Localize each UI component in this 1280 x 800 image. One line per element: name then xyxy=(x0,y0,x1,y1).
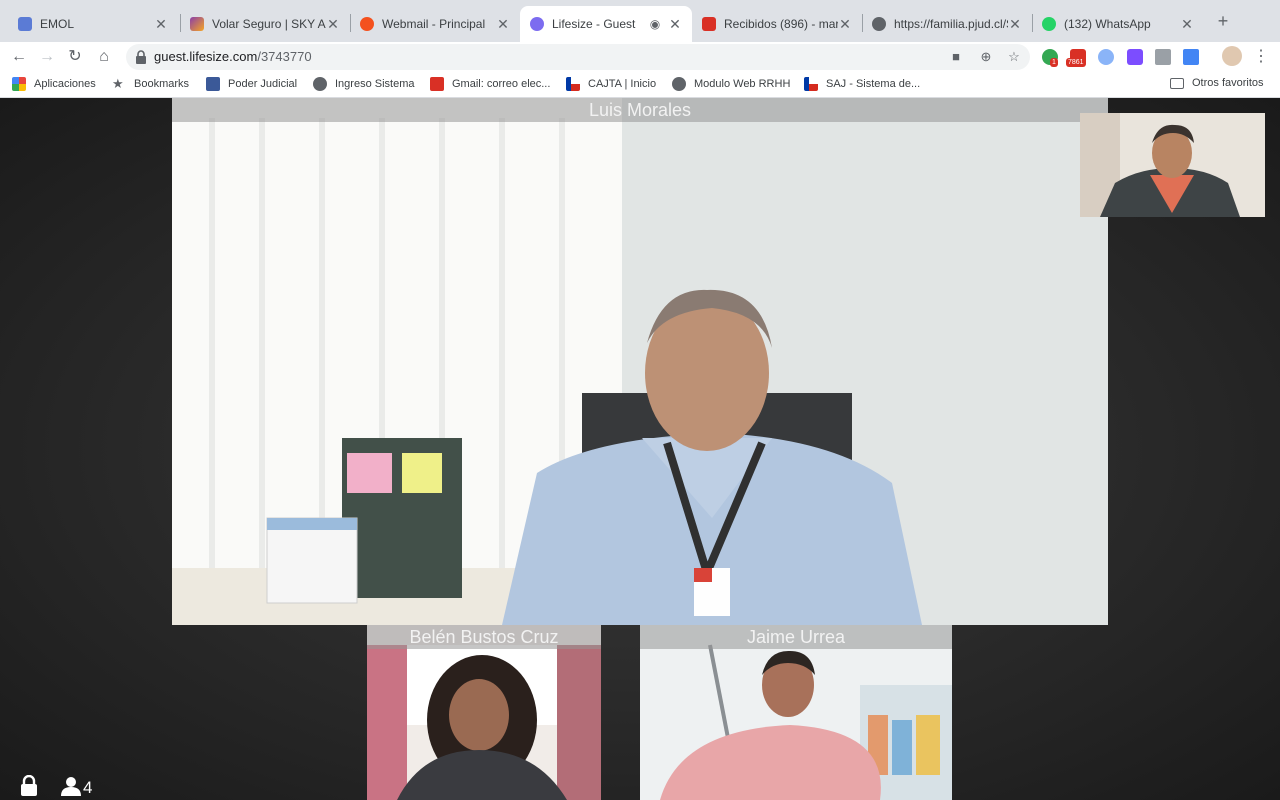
tab-title: Recibidos (896) - marc xyxy=(724,17,838,31)
folder-icon xyxy=(1170,77,1184,89)
bookmark-aplicaciones[interactable]: Aplicaciones xyxy=(12,77,96,91)
bookmark-label: Bookmarks xyxy=(134,78,190,90)
reload-button[interactable]: ↻ xyxy=(64,46,86,68)
tab-title: Webmail - Principal xyxy=(382,17,486,31)
globe-icon xyxy=(872,17,886,31)
gmail-icon xyxy=(702,17,716,31)
bookmark-ingreso-sistema[interactable]: Ingreso Sistema xyxy=(313,77,414,91)
participant-tile-belen[interactable]: Belén Bustos Cruz xyxy=(367,625,601,800)
bookmark-label: CAJTA | Inicio xyxy=(588,78,657,90)
lock-icon xyxy=(136,50,146,64)
close-icon[interactable]: ✕ xyxy=(496,16,510,33)
main-speaker-video xyxy=(172,98,1108,625)
self-view-video xyxy=(1080,113,1265,217)
tab-title: Volar Seguro | SKY Airline xyxy=(212,17,326,31)
dropbox-icon[interactable] xyxy=(1155,49,1171,65)
tab-title: https://familia.pjud.cl/S xyxy=(894,17,1008,31)
participant-count[interactable]: 4 xyxy=(83,778,92,798)
tab-sky[interactable]: Volar Seguro | SKY Airline ✕ xyxy=(180,6,350,42)
close-icon[interactable]: ✕ xyxy=(1008,16,1022,33)
apps-grid-icon xyxy=(12,77,26,91)
extension-badge: 1 xyxy=(1050,58,1058,67)
bookmark-gmail[interactable]: Gmail: correo elec... xyxy=(430,77,550,91)
emol-icon xyxy=(18,17,32,31)
tab-title: Lifesize - Guest xyxy=(552,17,636,31)
profile-avatar[interactable] xyxy=(1222,46,1242,66)
bookmark-label: Modulo Web RRHH xyxy=(694,78,791,90)
star-icon[interactable]: ☆ xyxy=(1006,49,1022,65)
recording-indicator-icon: ◉ xyxy=(649,17,661,31)
tab-webmail[interactable]: Webmail - Principal ✕ xyxy=(350,6,520,42)
tab-title: EMOL xyxy=(40,17,75,31)
lock-icon[interactable] xyxy=(20,775,38,797)
bookmark-poder-judicial[interactable]: Poder Judicial xyxy=(206,77,297,91)
bookmark-label: Ingreso Sistema xyxy=(335,78,415,90)
camera-icon[interactable]: ■ xyxy=(948,49,964,65)
zoom-icon[interactable]: ⊕ xyxy=(978,49,994,65)
participant-name: Luis Morales xyxy=(172,98,1108,122)
participant-tile-jaime[interactable]: Jaime Urrea xyxy=(640,625,952,800)
participant-name: Belén Bustos Cruz xyxy=(367,625,601,649)
new-tab-button[interactable]: + xyxy=(1212,11,1234,32)
bookmark-label: Aplicaciones xyxy=(34,78,96,90)
bookmarks-bar: Aplicaciones ★ Bookmarks Poder Judicial … xyxy=(0,72,1280,98)
forward-button[interactable]: → xyxy=(36,46,58,68)
participant-video xyxy=(367,625,601,800)
bookmark-otros-favoritos[interactable]: Otros favoritos xyxy=(1170,77,1264,89)
menu-icon[interactable]: ⋮ xyxy=(1250,46,1272,68)
flag-icon xyxy=(566,77,580,91)
browser-toolbar: ← → ↻ ⌂ guest.lifesize.com/3743770 ■ ⊕ ☆… xyxy=(0,42,1280,72)
tab-gmail[interactable]: Recibidos (896) - marc ✕ xyxy=(692,6,862,42)
close-icon[interactable]: ✕ xyxy=(1180,16,1194,33)
back-button[interactable]: ← xyxy=(8,46,30,68)
poder-judicial-icon xyxy=(206,77,220,91)
browser-tab-strip: EMOL ✕ Volar Seguro | SKY Airline ✕ Webm… xyxy=(0,0,1280,42)
bookmark-saj[interactable]: SAJ - Sistema de... xyxy=(804,77,920,91)
k-extension-icon[interactable] xyxy=(1127,49,1143,65)
tab-lifesize[interactable]: Lifesize - Guest ◉ ✕ xyxy=(520,6,692,42)
close-icon[interactable]: ✕ xyxy=(668,16,682,33)
participant-video xyxy=(640,625,952,800)
sky-icon xyxy=(190,17,204,31)
tab-whatsapp[interactable]: (132) WhatsApp ✕ xyxy=(1032,6,1204,42)
globe-icon xyxy=(313,77,327,91)
bookmark-label: SAJ - Sistema de... xyxy=(826,78,921,90)
extension-icon[interactable] xyxy=(1098,49,1114,65)
close-icon[interactable]: ✕ xyxy=(326,16,340,33)
bookmark-label: Otros favoritos xyxy=(1192,77,1264,89)
video-call-stage: Luis Morales Belén Bustos Cruz Jaime Urr… xyxy=(0,98,1280,800)
bookmark-label: Poder Judicial xyxy=(228,78,298,90)
participants-icon[interactable] xyxy=(60,776,82,796)
extension-icon[interactable] xyxy=(1183,49,1199,65)
tab-emol[interactable]: EMOL ✕ xyxy=(8,6,178,42)
star-icon: ★ xyxy=(112,76,124,91)
lifesize-icon xyxy=(530,17,544,31)
participant-name: Jaime Urrea xyxy=(640,625,952,649)
home-button[interactable]: ⌂ xyxy=(93,46,115,68)
webmail-icon xyxy=(360,17,374,31)
url-text: guest.lifesize.com/3743770 xyxy=(154,49,312,64)
self-view-tile[interactable] xyxy=(1080,113,1265,217)
bookmark-bookmarks[interactable]: ★ Bookmarks xyxy=(112,77,189,91)
main-video-tile[interactable]: Luis Morales xyxy=(172,98,1108,625)
bookmark-label: Gmail: correo elec... xyxy=(452,78,551,90)
tab-familia-pjud[interactable]: https://familia.pjud.cl/S ✕ xyxy=(862,6,1032,42)
extension-badge: 7861 xyxy=(1066,58,1086,67)
whatsapp-icon xyxy=(1042,17,1056,31)
flag-icon xyxy=(804,77,818,91)
tab-title: (132) WhatsApp xyxy=(1064,17,1151,31)
bookmark-modulo-web-rrhh[interactable]: Modulo Web RRHH xyxy=(672,77,790,91)
gmail-icon xyxy=(430,77,444,91)
globe-icon xyxy=(672,77,686,91)
bookmark-cajta[interactable]: CAJTA | Inicio xyxy=(566,77,656,91)
close-icon[interactable]: ✕ xyxy=(154,16,168,33)
address-bar[interactable]: guest.lifesize.com/3743770 ■ ⊕ ☆ xyxy=(126,44,1030,70)
close-icon[interactable]: ✕ xyxy=(838,16,852,33)
